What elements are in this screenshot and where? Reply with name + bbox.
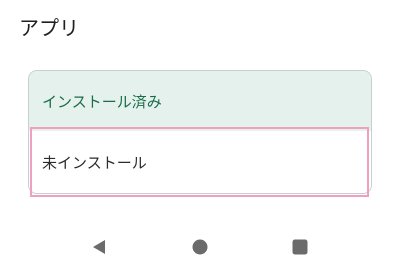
option-not-installed-label: 未インストール: [42, 153, 147, 172]
option-installed-label: インストール済み: [42, 92, 162, 111]
page-title: アプリ: [19, 16, 79, 40]
system-nav-bar: [0, 222, 400, 272]
app-screen: アプリ インストール済み 未インストール: [0, 0, 400, 277]
recents-button[interactable]: [287, 234, 313, 260]
back-icon: [93, 240, 105, 254]
home-button[interactable]: [187, 234, 213, 260]
option-installed[interactable]: インストール済み: [29, 71, 371, 131]
install-filter-group: インストール済み 未インストール: [28, 70, 372, 194]
recents-icon: [292, 239, 308, 255]
back-button[interactable]: [86, 234, 112, 260]
option-not-installed[interactable]: 未インストール: [29, 131, 371, 193]
home-icon: [192, 239, 208, 255]
